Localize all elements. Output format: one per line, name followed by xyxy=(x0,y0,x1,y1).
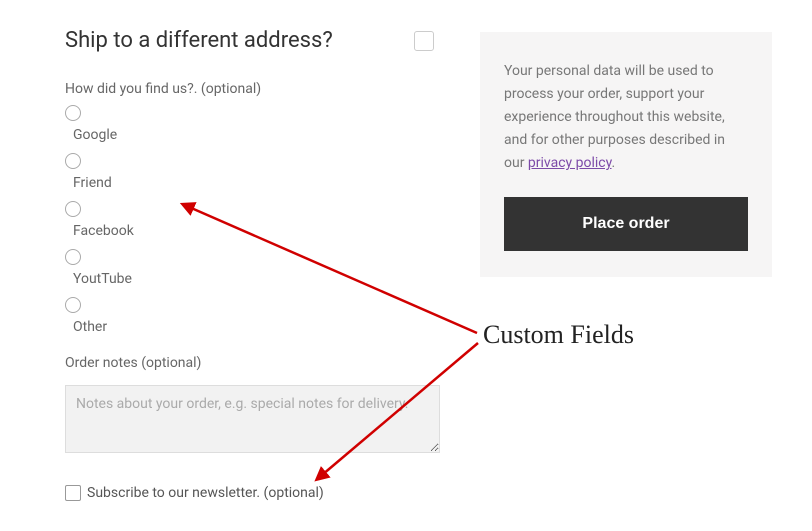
privacy-text-suffix: . xyxy=(612,155,616,171)
privacy-text: Your personal data will be used to proce… xyxy=(504,60,748,175)
ship-title: Ship to a different address? xyxy=(65,28,333,53)
radio-label-facebook: Facebook xyxy=(73,223,440,239)
radio-label-google: Google xyxy=(73,127,440,143)
radio-other[interactable] xyxy=(65,297,81,313)
radio-facebook[interactable] xyxy=(65,201,81,217)
ship-different-header: Ship to a different address? xyxy=(65,28,440,53)
annotation-custom-fields: Custom Fields xyxy=(483,320,634,350)
privacy-policy-link[interactable]: privacy policy xyxy=(528,155,612,171)
radio-item-google: Google xyxy=(65,105,440,143)
radio-google[interactable] xyxy=(65,105,81,121)
order-notes-label: Order notes (optional) xyxy=(65,355,440,371)
newsletter-label: Subscribe to our newsletter. (optional) xyxy=(87,485,324,501)
radio-item-other: Other xyxy=(65,297,440,335)
place-order-button[interactable]: Place order xyxy=(504,197,748,251)
newsletter-checkbox[interactable] xyxy=(65,485,81,501)
find-us-label: How did you find us?. (optional) xyxy=(65,81,440,97)
radio-item-facebook: Facebook xyxy=(65,201,440,239)
find-us-group: How did you find us?. (optional) Google … xyxy=(65,81,440,335)
order-notes-section: Order notes (optional) xyxy=(65,355,440,457)
radio-label-friend: Friend xyxy=(73,175,440,191)
privacy-box: Your personal data will be used to proce… xyxy=(480,32,772,277)
radio-youtube[interactable] xyxy=(65,249,81,265)
ship-different-checkbox[interactable] xyxy=(414,31,434,51)
radio-label-other: Other xyxy=(73,319,440,335)
radio-item-youtube: YoutTube xyxy=(65,249,440,287)
order-notes-input[interactable] xyxy=(65,385,440,453)
radio-item-friend: Friend xyxy=(65,153,440,191)
radio-label-youtube: YoutTube xyxy=(73,271,440,287)
radio-friend[interactable] xyxy=(65,153,81,169)
newsletter-row: Subscribe to our newsletter. (optional) xyxy=(65,485,440,501)
